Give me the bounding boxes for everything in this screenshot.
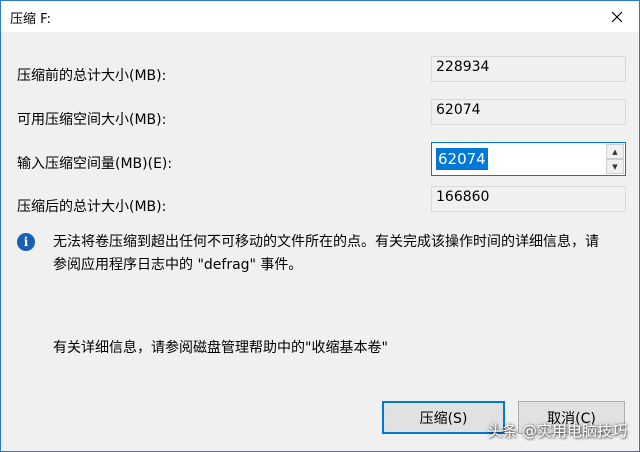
- info-icon: i: [17, 233, 35, 251]
- info-message-line: 参阅应用程序日志中的 "defrag" 事件。: [53, 257, 303, 273]
- window-title: 压缩 F:: [10, 12, 51, 27]
- close-icon: [611, 11, 623, 22]
- spin-down-button[interactable]: ▼: [606, 159, 624, 174]
- available-label: 可用压缩空间大小(MB):: [17, 112, 167, 128]
- shrink-dialog: 压缩 F: 压缩前的总计大小(MB): 228934 可用压缩空间大小(MB):…: [0, 0, 640, 452]
- info-message: 无法将卷压缩到超出任何不可移动的文件所在的点。有关完成该操作时间的详细信息，请 …: [53, 231, 628, 277]
- total-before-label: 压缩前的总计大小(MB):: [17, 68, 167, 84]
- title-bar[interactable]: 压缩 F:: [1, 1, 639, 32]
- total-after-label: 压缩后的总计大小(MB):: [17, 199, 167, 215]
- shrink-amount-stepper[interactable]: 62074 ▲ ▼: [431, 142, 626, 176]
- chevron-down-icon: ▼: [612, 162, 618, 171]
- spin-up-button[interactable]: ▲: [606, 144, 624, 159]
- info-message-line: 无法将卷压缩到超出任何不可移动的文件所在的点。有关完成该操作时间的详细信息，请: [53, 234, 599, 250]
- spin-buttons: ▲ ▼: [606, 144, 624, 174]
- available-value: 62074: [431, 99, 626, 125]
- watermark: 头条 @实用电脑技巧: [487, 422, 627, 440]
- total-before-value: 228934: [431, 56, 626, 82]
- input-amount-label: 输入压缩空间量(MB)(E):: [17, 156, 173, 172]
- help-text: 有关详细信息，请参阅磁盘管理帮助中的"收缩基本卷": [53, 340, 388, 356]
- total-after-value: 166860: [431, 186, 626, 212]
- shrink-amount-input[interactable]: 62074: [436, 148, 488, 170]
- chevron-up-icon: ▲: [612, 147, 618, 156]
- close-button[interactable]: [595, 1, 639, 32]
